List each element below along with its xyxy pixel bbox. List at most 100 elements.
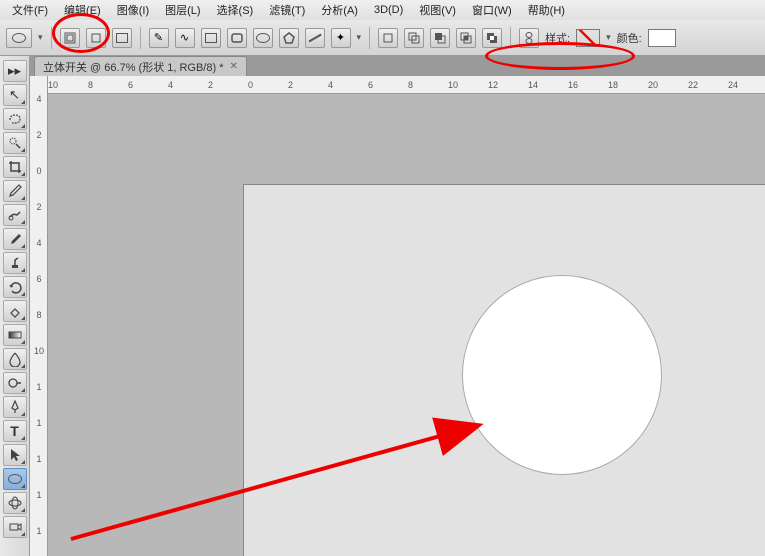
path-mode-subtract-button[interactable] — [430, 28, 450, 48]
ruler-tick: 16 — [568, 80, 578, 90]
pen-tool-icon[interactable]: ✎ — [149, 28, 169, 48]
healing-brush-tool[interactable] — [3, 204, 27, 226]
ruler-tick: 6 — [128, 80, 133, 90]
ruler-tick: 14 — [528, 80, 538, 90]
ruler-tick: 6 — [33, 274, 45, 284]
color-label: 颜色: — [617, 30, 642, 46]
optionsbar: ▾ ✎ ∿ ✦ ▾ 样式: ▾ 颜色: — [0, 20, 765, 56]
path-selection-tool[interactable] — [3, 444, 27, 466]
ruler-tick: 1 — [33, 490, 45, 500]
ruler-tick: 2 — [288, 80, 293, 90]
menubar: 文件(F) 编辑(E) 图像(I) 图层(L) 选择(S) 滤镜(T) 分析(A… — [0, 0, 765, 20]
menu-select[interactable]: 选择(S) — [209, 0, 262, 20]
menu-edit[interactable]: 编辑(E) — [56, 0, 109, 20]
color-swatch-button[interactable] — [648, 29, 676, 47]
ruler-tick: 1 — [33, 382, 45, 392]
separator — [369, 27, 370, 49]
line-icon[interactable] — [305, 28, 325, 48]
style-label: 样式: — [545, 30, 570, 46]
menu-help[interactable]: 帮助(H) — [520, 0, 573, 20]
menu-file[interactable]: 文件(F) — [4, 0, 56, 20]
ruler-tick: 8 — [408, 80, 413, 90]
ruler-tick: 18 — [608, 80, 618, 90]
shape-circle[interactable] — [462, 275, 662, 475]
ruler-tick: 10 — [33, 346, 45, 356]
toolbox: ▸▸ ↖ T — [0, 56, 30, 556]
path-mode-exclude-button[interactable] — [482, 28, 502, 48]
dropdown-arrow-icon: ▾ — [357, 32, 362, 43]
ruler-tick: 12 — [488, 80, 498, 90]
ruler-tick: 4 — [168, 80, 173, 90]
menu-image[interactable]: 图像(I) — [109, 0, 157, 20]
crop-tool[interactable] — [3, 156, 27, 178]
dodge-tool[interactable] — [3, 372, 27, 394]
ruler-tick: 1 — [33, 526, 45, 536]
menu-analysis[interactable]: 分析(A) — [313, 0, 366, 20]
ruler-tick: 2 — [33, 202, 45, 212]
brush-tool[interactable] — [3, 228, 27, 250]
rounded-rect-icon[interactable] — [227, 28, 247, 48]
separator — [51, 27, 52, 49]
gradient-tool[interactable] — [3, 324, 27, 346]
canvas[interactable] — [243, 184, 765, 556]
ruler-tick: 1 — [33, 418, 45, 428]
menu-filter[interactable]: 滤镜(T) — [261, 0, 313, 20]
menu-window[interactable]: 窗口(W) — [464, 0, 520, 20]
menu-layer[interactable]: 图层(L) — [157, 0, 208, 20]
close-tab-icon[interactable]: ✕ — [230, 61, 238, 72]
ruler-tick: 4 — [33, 94, 45, 104]
fill-pixels-button[interactable] — [112, 28, 132, 48]
dropdown-arrow-icon: ▾ — [38, 32, 43, 43]
quick-select-tool[interactable] — [3, 132, 27, 154]
move-tool[interactable]: ↖ — [3, 84, 27, 106]
custom-shape-icon[interactable]: ✦ — [331, 28, 351, 48]
blur-tool[interactable] — [3, 348, 27, 370]
document-tab[interactable]: 立体开关 @ 66.7% (形状 1, RGB/8) * ✕ — [34, 56, 247, 77]
ellipse-icon[interactable] — [253, 28, 273, 48]
type-tool[interactable]: T — [3, 420, 27, 442]
menu-3d[interactable]: 3D(D) — [366, 2, 411, 18]
link-layers-button[interactable] — [519, 28, 539, 48]
ruler-tick: 0 — [248, 80, 253, 90]
style-swatch-button[interactable] — [576, 29, 600, 47]
document-tabbar: 立体开关 @ 66.7% (形状 1, RGB/8) * ✕ — [30, 56, 765, 76]
3d-rotate-tool[interactable] — [3, 492, 27, 514]
menu-view[interactable]: 视图(V) — [411, 0, 464, 20]
ruler-tick: 6 — [368, 80, 373, 90]
pen-tool[interactable] — [3, 396, 27, 418]
ruler-tick: 4 — [328, 80, 333, 90]
path-mode-new-button[interactable] — [378, 28, 398, 48]
ruler-tick: 2 — [33, 130, 45, 140]
history-brush-tool[interactable] — [3, 276, 27, 298]
ruler-tick: 10 — [448, 80, 458, 90]
vertical-ruler: 4 2 0 2 4 6 8 10 1 1 1 1 1 — [30, 76, 48, 556]
tool-preset-button[interactable] — [6, 28, 32, 48]
canvas-viewport[interactable] — [48, 94, 765, 556]
freeform-pen-icon[interactable]: ∿ — [175, 28, 195, 48]
3d-camera-tool[interactable] — [3, 516, 27, 538]
ruler-tick: 20 — [648, 80, 658, 90]
ruler-tick: 2 — [208, 80, 213, 90]
eyedropper-tool[interactable] — [3, 180, 27, 202]
collapse-toolbox-button[interactable]: ▸▸ — [3, 60, 27, 82]
ruler-tick: 10 — [48, 80, 58, 90]
ruler-tick: 8 — [88, 80, 93, 90]
path-mode-add-button[interactable] — [404, 28, 424, 48]
ruler-tick: 1 — [33, 454, 45, 464]
ruler-tick: 24 — [728, 80, 738, 90]
horizontal-ruler: 108642024681012141618202224 — [48, 76, 765, 94]
ellipse-shape-tool[interactable] — [3, 468, 27, 490]
ruler-tick: 22 — [688, 80, 698, 90]
polygon-icon[interactable] — [279, 28, 299, 48]
eraser-tool[interactable] — [3, 300, 27, 322]
shape-layers-button[interactable] — [60, 28, 80, 48]
ruler-tick: 8 — [33, 310, 45, 320]
path-mode-intersect-button[interactable] — [456, 28, 476, 48]
ruler-tick: 4 — [33, 238, 45, 248]
clone-stamp-tool[interactable] — [3, 252, 27, 274]
lasso-tool[interactable] — [3, 108, 27, 130]
dropdown-arrow-icon: ▾ — [606, 32, 611, 43]
paths-button[interactable] — [86, 28, 106, 48]
rectangle-icon[interactable] — [201, 28, 221, 48]
ruler-tick: 0 — [33, 166, 45, 176]
